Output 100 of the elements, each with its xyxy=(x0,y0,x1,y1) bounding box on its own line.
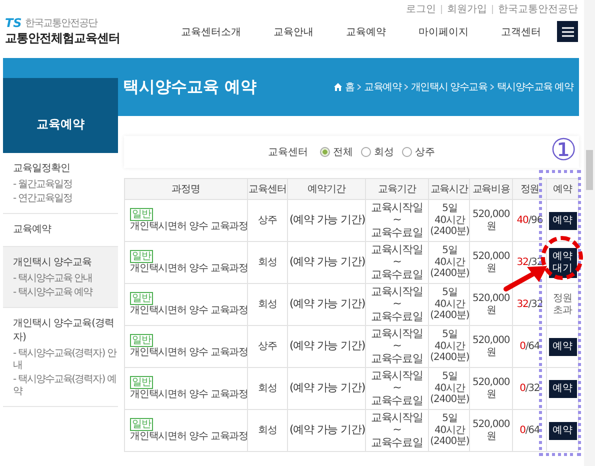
site-name[interactable]: 교통안전체험교육센터 xyxy=(5,30,155,47)
course-name: 개인택시면허 양수 교육과정 xyxy=(130,347,246,359)
capacity-count: 0/64 xyxy=(520,424,540,436)
scrollbar-thumb[interactable] xyxy=(586,150,593,190)
education-dates: 교육시작일 ~ 교육수료일 xyxy=(370,244,423,282)
menu-button[interactable] xyxy=(557,21,578,42)
education-fee: 520,000 원 xyxy=(472,293,510,316)
radio-icon[interactable] xyxy=(320,147,330,157)
education-dates: 교육시작일 ~ 교육수료일 xyxy=(370,202,423,240)
radio-option[interactable]: 전체 xyxy=(320,145,353,159)
nav-item[interactable]: 고객센터 xyxy=(500,24,541,38)
radio-option[interactable]: 상주 xyxy=(402,145,435,159)
sidebar-subitem[interactable]: - 택시양수교육 안내 xyxy=(13,273,118,285)
reserve-button[interactable]: 예약 xyxy=(548,422,577,440)
filter-label: 교육센터 xyxy=(268,146,308,159)
column-header: 교육비용 xyxy=(470,178,513,200)
sidebar-subitem[interactable]: - 월간교육일정 xyxy=(13,179,118,191)
sidebar-item[interactable]: 개인택시 양수교육 xyxy=(13,255,118,269)
education-dates: 교육시작일 ~ 교육수료일 xyxy=(370,370,423,408)
column-header: 정원 xyxy=(512,178,547,200)
category-tag: 일반 xyxy=(130,376,153,390)
radio-option[interactable]: 회성 xyxy=(361,145,394,159)
booking-period: (예약 가능 기간) xyxy=(289,423,366,436)
column-header: 교육기간 xyxy=(365,178,429,200)
course-name: 개인택시면허 양수 교육과정 xyxy=(130,221,246,233)
sidebar-subitem[interactable]: - 택시양수교육(경력자) 예약 xyxy=(13,374,118,398)
education-dates: 교육시작일 ~ 교육수료일 xyxy=(370,412,423,450)
column-header: 교육센터 xyxy=(247,178,288,200)
nav-item[interactable]: 교육센터소개 xyxy=(181,24,242,38)
breadcrumb-link[interactable]: 교육예약 xyxy=(364,80,402,94)
booking-period: (예약 가능 기간) xyxy=(289,381,366,394)
course-name: 개인택시면허 양수 교육과정 xyxy=(130,305,246,317)
organization-name: 한국교통안전공단 xyxy=(24,17,97,30)
status-text: 정원 초과 xyxy=(553,293,572,316)
reserve-button[interactable]: 예약 대기 xyxy=(548,248,577,278)
home-icon xyxy=(334,83,342,91)
column-header: 과정명 xyxy=(124,178,248,200)
sidebar-item[interactable]: 교육일정확인 xyxy=(13,161,118,175)
education-hours: 5일 40시간 (2400분) xyxy=(430,329,470,364)
table-cell: 상주 xyxy=(247,200,288,242)
education-hours: 5일 40시간 (2400분) xyxy=(430,287,470,322)
sidebar-item[interactable]: 개인택시 양수교육(경력자) xyxy=(13,316,118,344)
booking-period: (예약 가능 기간) xyxy=(289,213,366,226)
capacity-count: 0/32 xyxy=(520,382,540,394)
education-fee: 520,000 원 xyxy=(472,335,510,358)
category-tag: 일반 xyxy=(130,292,153,306)
course-name: 개인택시면허 양수 교육과정 xyxy=(130,431,246,443)
menu-icon xyxy=(562,26,574,36)
radio-icon[interactable] xyxy=(402,147,412,157)
nav-item[interactable]: 마이페이지 xyxy=(418,24,468,38)
chevron-icon xyxy=(490,84,494,90)
nav-item[interactable]: 교육예약 xyxy=(346,24,386,38)
breadcrumb-link[interactable]: 택시양수교육 예약 xyxy=(497,80,573,94)
sidebar-subitem[interactable]: - 택시양수교육 예약 xyxy=(13,287,118,299)
table-cell: 회성 xyxy=(247,368,288,410)
annotation-number: ① xyxy=(550,136,577,166)
education-fee: 520,000 원 xyxy=(472,251,510,274)
top-link[interactable]: 회원가입 xyxy=(447,2,487,16)
breadcrumb-link[interactable]: 개인택시 양수교육 xyxy=(411,80,488,94)
sidebar-subitem[interactable]: - 연간교육일정 xyxy=(13,193,118,205)
education-hours: 5일 40시간 (2400분) xyxy=(430,371,470,406)
top-link[interactable]: 로그인 xyxy=(406,2,436,16)
category-tag: 일반 xyxy=(130,334,153,348)
education-fee: 520,000 원 xyxy=(472,377,510,400)
education-hours: 5일 40시간 (2400분) xyxy=(430,413,470,448)
radio-icon[interactable] xyxy=(361,147,371,157)
course-name: 개인택시면허 양수 교육과정 xyxy=(130,263,246,275)
sidebar-title: 교육예약 xyxy=(36,116,84,133)
booking-period: (예약 가능 기간) xyxy=(289,255,366,268)
reserve-button[interactable]: 예약 xyxy=(548,338,577,356)
education-dates: 교육시작일 ~ 교육수료일 xyxy=(370,328,423,366)
breadcrumb-link[interactable]: 홈 xyxy=(345,80,354,94)
nav-item[interactable]: 교육안내 xyxy=(274,24,314,38)
column-header: 예약 xyxy=(546,178,578,200)
table-cell: 회성 xyxy=(247,242,288,284)
booking-period: (예약 가능 기간) xyxy=(289,339,366,352)
education-dates: 교육시작일 ~ 교육수료일 xyxy=(370,286,423,324)
chevron-icon xyxy=(404,84,408,90)
category-tag: 일반 xyxy=(130,418,153,432)
capacity-count: 0/64 xyxy=(520,340,540,352)
logo-mark: TS xyxy=(5,16,22,30)
chevron-icon xyxy=(357,84,362,90)
education-hours: 5일 40시간 (2400분) xyxy=(430,245,470,280)
table-cell: 회성 xyxy=(247,410,288,452)
top-link[interactable]: 한국교통안전공단 xyxy=(498,2,578,16)
course-name: 개인택시면허 양수 교육과정 xyxy=(130,389,246,401)
reserve-button[interactable]: 예약 xyxy=(548,380,577,398)
table-cell: 회성 xyxy=(247,284,288,326)
education-hours: 5일 40시간 (2400분) xyxy=(430,203,470,238)
pointer-arrow xyxy=(503,264,547,292)
education-fee: 520,000 원 xyxy=(472,209,510,232)
sidebar-subitem[interactable]: - 택시양수교육(경력자) 안내 xyxy=(13,348,118,372)
booking-period: (예약 가능 기간) xyxy=(289,297,366,310)
sidebar-item[interactable]: 교육예약 xyxy=(13,222,118,236)
page-title: 택시양수교육 예약 xyxy=(123,76,258,98)
category-tag: 일반 xyxy=(130,250,153,264)
column-header: 예약기간 xyxy=(288,178,366,200)
category-tag: 일반 xyxy=(130,208,153,222)
reserve-button[interactable]: 예약 xyxy=(548,212,577,230)
table-cell: 상주 xyxy=(247,326,288,368)
